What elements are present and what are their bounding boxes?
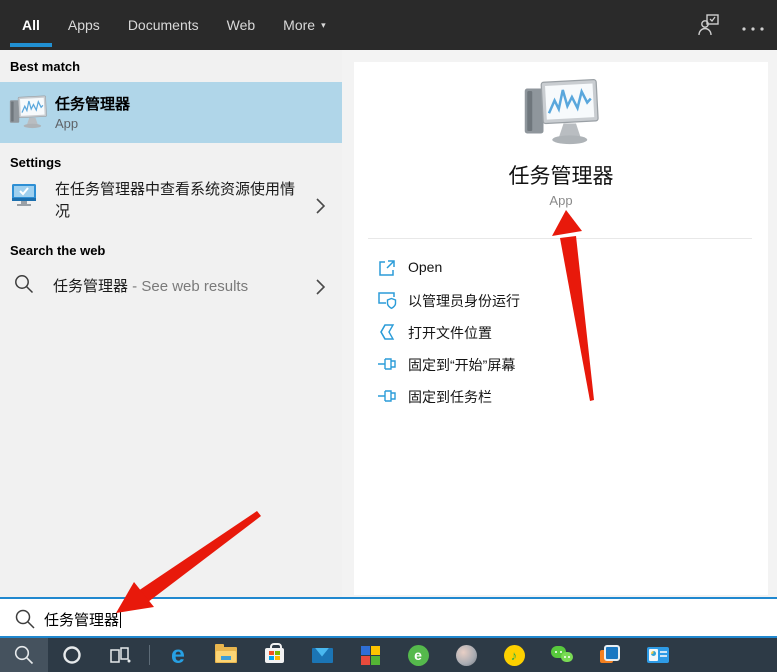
text-cursor [120,611,121,628]
pin-to-taskbar-icon [377,386,397,411]
action-label: 固定到“开始”屏幕 [408,355,515,375]
run-as-admin-icon [377,290,397,315]
search-input[interactable]: 任务管理器 [0,597,777,638]
taskbar-search-button[interactable] [0,638,48,672]
result-subtitle: App [55,116,78,131]
result-title: 任务管理器 [55,93,130,114]
tab-documents[interactable]: Documents [128,0,199,50]
tab-all[interactable]: All [22,0,40,50]
web-query-text: 任务管理器 [53,278,128,295]
best-match-header: Best match [10,59,80,74]
taskbar-separator [144,638,154,672]
microsoft-store-icon[interactable] [250,638,298,672]
tab-all-label: All [22,17,40,33]
tab-web[interactable]: Web [227,0,256,50]
windows-search-panel: All Apps Documents Web More ▾ Best match [0,0,777,672]
preview-subtitle: App [354,193,768,208]
search-results-area: Best match 任务管理器 App Settings [0,50,777,597]
open-file-location-icon [377,322,397,347]
vmware-icon[interactable] [586,638,634,672]
results-list: Best match 任务管理器 App Settings [0,50,342,597]
pin-to-start-icon [377,354,397,379]
tab-web-label: Web [227,17,256,33]
open-icon [377,258,397,283]
mail-icon[interactable] [298,638,346,672]
action-label: 打开文件位置 [408,323,492,343]
web-suffix-text: - See web results [128,278,248,295]
cortana-icon[interactable] [48,638,96,672]
best-match-result[interactable]: 任务管理器 App [0,82,342,143]
avatar-icon[interactable] [442,638,490,672]
tab-apps[interactable]: Apps [68,0,100,50]
tab-apps-label: Apps [68,17,100,33]
search-the-web-header: Search the web [10,243,105,258]
qq-music-icon[interactable]: ♪ [490,638,538,672]
settings-result-label: 在任务管理器中查看系统资源使用情况 [55,179,307,223]
more-options-icon[interactable] [741,20,765,38]
edge-browser-icon[interactable]: e [154,638,202,672]
preview-title: 任务管理器 [354,160,768,190]
search-icon [14,608,36,635]
feedback-icon[interactable] [697,12,721,43]
action-pin-to-start[interactable]: 固定到“开始”屏幕 [354,348,768,380]
task-manager-app-icon [8,93,48,135]
web-search-result[interactable]: 任务管理器 - See web results [0,266,342,310]
app-grid-icon[interactable] [346,638,394,672]
system-settings-icon [10,182,38,213]
action-pin-to-taskbar[interactable]: 固定到任务栏 [354,380,768,412]
search-icon [13,273,35,300]
system-info-icon[interactable] [634,638,682,672]
settings-result[interactable]: 在任务管理器中查看系统资源使用情况 [0,176,342,238]
settings-header: Settings [10,155,61,170]
action-label: 固定到任务栏 [408,387,492,407]
search-query-text: 任务管理器 [44,612,119,629]
360-browser-icon[interactable]: e [394,638,442,672]
preview-pane: 任务管理器 App Open [354,62,768,595]
preview-divider [368,238,752,239]
action-label: Open [408,259,442,275]
search-input-value: 任务管理器 [44,609,121,630]
action-label: 以管理员身份运行 [408,291,520,311]
action-open[interactable]: Open [354,252,768,284]
task-manager-app-icon-large [521,76,601,151]
file-explorer-icon[interactable] [202,638,250,672]
chevron-right-icon [316,198,325,219]
chevron-down-icon: ▾ [321,20,326,31]
search-filter-bar: All Apps Documents Web More ▾ [0,0,777,50]
chevron-right-icon [316,279,325,300]
tab-more[interactable]: More ▾ [283,0,325,50]
action-run-as-admin[interactable]: 以管理员身份运行 [354,284,768,316]
tab-documents-label: Documents [128,17,199,33]
wechat-icon[interactable] [538,638,586,672]
web-result-label: 任务管理器 - See web results [53,275,248,296]
task-view-icon[interactable] [96,638,144,672]
taskbar: e e ♪ [0,638,777,672]
tab-more-label: More [283,17,315,33]
action-open-file-location[interactable]: 打开文件位置 [354,316,768,348]
